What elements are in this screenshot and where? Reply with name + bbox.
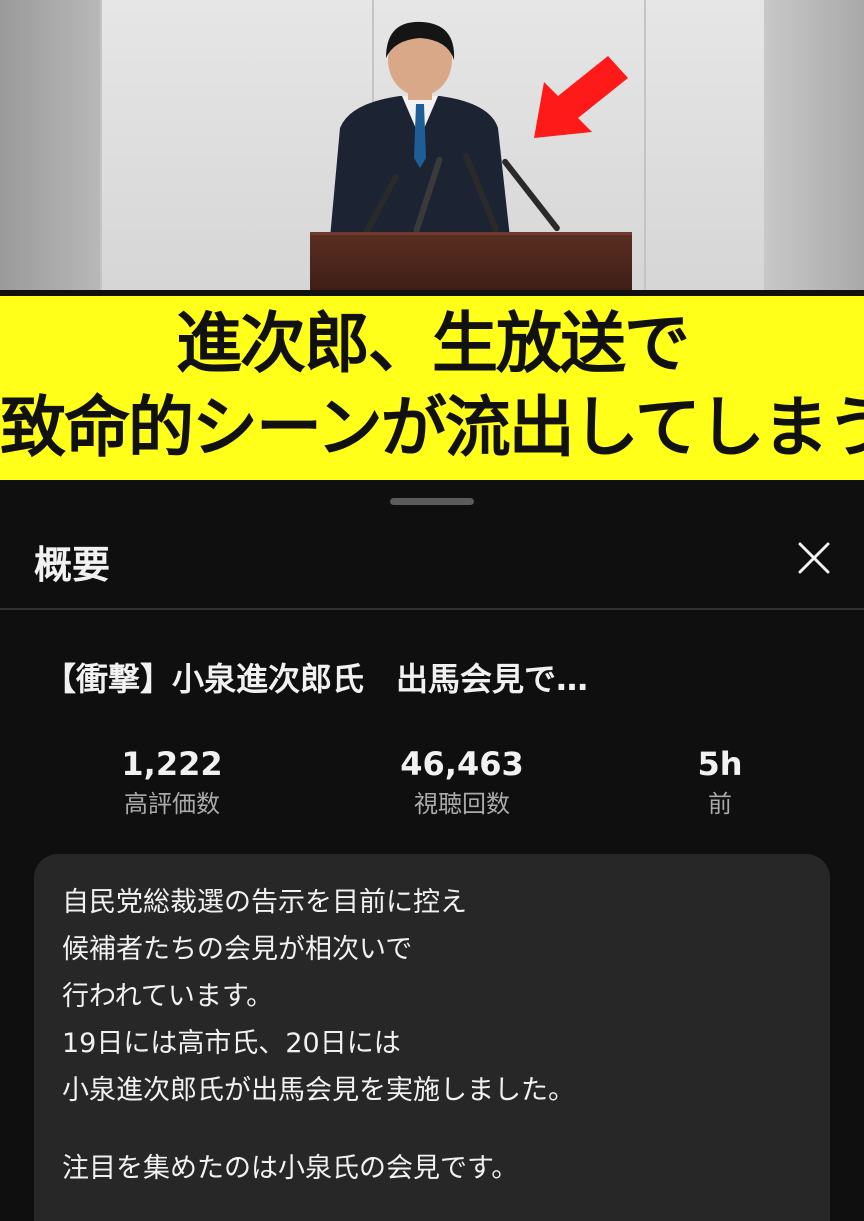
- wall-left: [0, 0, 100, 290]
- description-line: 注目を集めたのは小泉氏の会見です。: [62, 1153, 519, 1184]
- close-button[interactable]: [794, 538, 834, 578]
- video-title: 【衝撃】小泉進次郎氏 出馬会見で…: [44, 660, 589, 698]
- screen: 進次郎、生放送で 致命的シーンが流出してしまう 概要 【衝撃】小泉進次郎氏 出馬…: [0, 0, 864, 1221]
- description-box[interactable]: 自民党総裁選の告示を目前に控え 候補者たちの会見が相次いで 行われています。 1…: [34, 854, 830, 1221]
- age-label: 前: [708, 790, 732, 818]
- description-line: 候補者たちの会見が相次いで: [62, 934, 413, 965]
- stat-likes: 1,222 高評価数: [52, 744, 292, 824]
- podium: [310, 232, 632, 290]
- red-arrow-icon: [534, 56, 628, 138]
- wall-right: [764, 0, 864, 290]
- stat-age: 5h 前: [600, 744, 840, 824]
- age-value: 5h: [697, 745, 743, 783]
- views-label: 視聴回数: [414, 790, 510, 818]
- sheet-title: 概要: [34, 543, 111, 587]
- speaker-figure: [330, 21, 510, 238]
- description-line: 19日には高市氏、20日には: [62, 1028, 401, 1059]
- likes-count: 1,222: [121, 745, 223, 783]
- divider: [0, 608, 864, 610]
- caption-line-1: 進次郎、生放送で: [176, 305, 690, 382]
- stats-row: 1,222 高評価数 46,463 視聴回数 5h 前: [0, 744, 864, 824]
- video-player[interactable]: [0, 0, 864, 290]
- caption-line-2: 致命的シーンが流出してしまう: [0, 389, 864, 466]
- views-count: 46,463: [400, 745, 524, 783]
- likes-label: 高評価数: [124, 790, 220, 818]
- description-line: 行われています。: [62, 981, 274, 1012]
- stat-views: 46,463 視聴回数: [342, 744, 582, 824]
- wall-panel: [644, 0, 766, 290]
- drag-handle[interactable]: [390, 498, 474, 505]
- caption-banner: 進次郎、生放送で 致命的シーンが流出してしまう: [0, 290, 864, 480]
- description-line: 小泉進次郎氏が出馬会見を実施しました。: [62, 1075, 575, 1106]
- description-sheet: 概要 【衝撃】小泉進次郎氏 出馬会見で… 1,222 高評価数 46,463 視…: [0, 482, 864, 1221]
- close-icon: [798, 542, 830, 574]
- description-line: 自民党総裁選の告示を目前に控え: [62, 887, 467, 918]
